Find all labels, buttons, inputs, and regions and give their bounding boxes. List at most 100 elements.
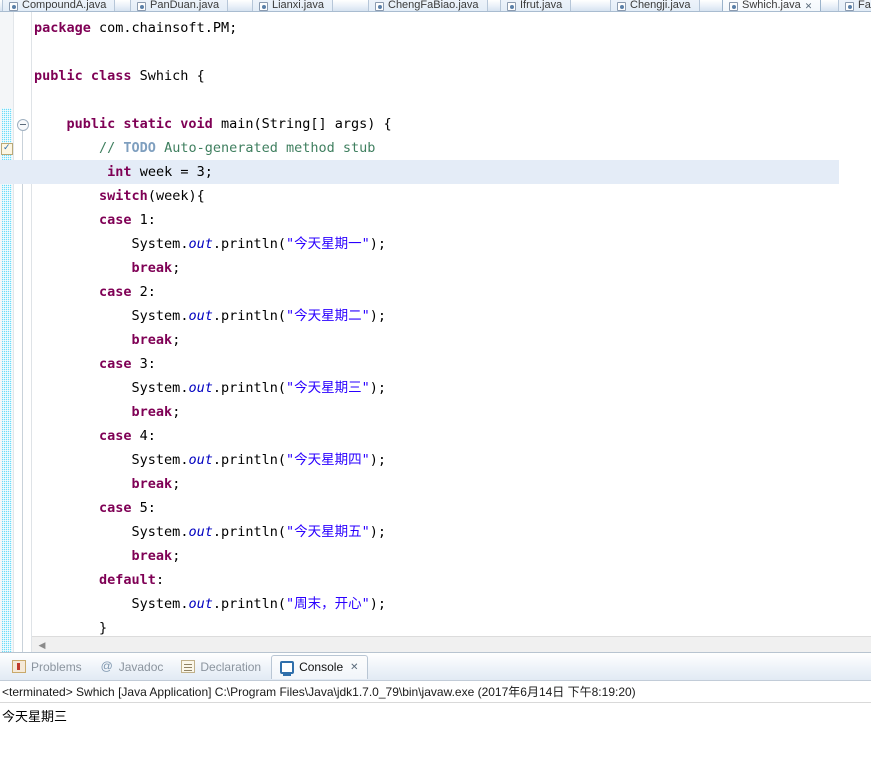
code-token-pln: } xyxy=(99,620,108,636)
code-line[interactable] xyxy=(32,40,871,64)
view-tab-declaration[interactable]: Declaration xyxy=(173,655,269,679)
view-tab-console[interactable]: Console ✕ xyxy=(271,654,368,679)
console-output-text: 今天星期三 xyxy=(2,710,68,725)
editor-folding-gutter[interactable] xyxy=(14,12,32,652)
code-token-pln: 3: xyxy=(139,356,156,372)
code-token-pln: com.chainsoft.PM; xyxy=(99,20,238,36)
code-line[interactable]: break; xyxy=(32,256,871,280)
problems-icon xyxy=(12,660,26,673)
code-token-pln: ); xyxy=(369,236,387,252)
code-fold-collapse-icon[interactable] xyxy=(17,119,29,131)
code-line[interactable]: break; xyxy=(32,328,871,352)
code-line[interactable]: public class Swhich { xyxy=(32,64,871,88)
editor-tab-bar[interactable]: CompoundA.java PanDuan.java Lianxi.java Che… xyxy=(0,0,871,12)
code-line[interactable] xyxy=(32,88,871,112)
code-token-kw: default xyxy=(99,572,156,588)
editor-tab-lianxi-java[interactable]: Lianxi.java xyxy=(252,0,333,11)
code-token-fld: out xyxy=(188,380,213,396)
editor-tab-panduan-java[interactable]: PanDuan.java xyxy=(130,0,229,11)
editor-change-bar xyxy=(0,12,14,652)
code-token-pln: .println( xyxy=(212,236,286,252)
close-icon[interactable]: ✕ xyxy=(805,1,813,11)
scroll-left-arrow-icon[interactable]: ◀ xyxy=(36,639,48,651)
code-token-kw: public static void xyxy=(66,116,221,132)
java-file-icon xyxy=(9,2,18,11)
code-line[interactable]: case 5: xyxy=(32,496,871,520)
editor-tab-swhich-java[interactable]: Swhich.java ✕ xyxy=(722,0,822,11)
code-token-pln: 2: xyxy=(139,284,156,300)
code-line[interactable]: System.out.println("周末，开心"); xyxy=(32,592,871,616)
editor-tab-label: ChengFaBiao.java xyxy=(388,0,479,11)
view-tab-javadoc[interactable]: @ Javadoc xyxy=(92,655,172,679)
code-line[interactable]: System.out.println("今天星期二"); xyxy=(32,304,871,328)
code-token-pln: System. xyxy=(131,308,189,324)
code-line[interactable]: case 1: xyxy=(32,208,871,232)
code-token-kw: break xyxy=(131,476,173,492)
code-line[interactable]: break; xyxy=(32,544,871,568)
editor-tab-chengfabiao-java[interactable]: ChengFaBiao.java xyxy=(368,0,488,11)
code-line[interactable]: default: xyxy=(32,568,871,592)
code-token-kw: switch xyxy=(99,188,148,204)
code-token-pln: 4: xyxy=(139,428,156,444)
code-editor[interactable]: package com.chainsoft.PM; public class S… xyxy=(0,12,871,652)
code-token-kw: case xyxy=(99,428,140,444)
editor-tab-label: Chengji.java xyxy=(630,0,691,11)
code-line[interactable]: package com.chainsoft.PM; xyxy=(32,16,871,40)
code-token-str: "今天星期五" xyxy=(286,524,370,540)
code-line[interactable]: case 2: xyxy=(32,280,871,304)
code-token-pln: System. xyxy=(131,236,189,252)
code-line-highlighted[interactable]: int week = 3; xyxy=(0,160,839,184)
editor-tab-compounda-java[interactable]: CompoundA.java xyxy=(2,0,116,11)
code-line[interactable]: // TODO Auto-generated method stub xyxy=(32,136,871,160)
code-line[interactable]: switch(week){ xyxy=(32,184,871,208)
code-line[interactable]: case 4: xyxy=(32,424,871,448)
code-content[interactable]: package com.chainsoft.PM; public class S… xyxy=(0,12,871,652)
declaration-icon xyxy=(181,660,196,673)
code-token-pln: ); xyxy=(369,308,387,324)
view-tab-bar[interactable]: Problems @ Javadoc Declaration Console ✕ xyxy=(0,653,871,681)
code-token-pln: System. xyxy=(131,452,189,468)
code-token-pln: ; xyxy=(172,548,181,564)
code-line[interactable]: case 3: xyxy=(32,352,871,376)
code-token-pln: .println( xyxy=(212,596,286,612)
code-line[interactable]: System.out.println("今天星期四"); xyxy=(32,448,871,472)
editor-tab-fa[interactable]: Fa xyxy=(838,0,871,11)
code-token-cmt-tag: TODO xyxy=(123,140,156,156)
code-token-kw: int xyxy=(107,164,140,180)
view-tab-problems[interactable]: Problems xyxy=(4,655,90,679)
close-icon[interactable]: ✕ xyxy=(350,662,358,673)
code-line[interactable]: System.out.println("今天星期五"); xyxy=(32,520,871,544)
code-token-pln: ; xyxy=(172,260,181,276)
editor-tab-chengji-java[interactable]: Chengji.java xyxy=(610,0,700,11)
code-token-cmt: Auto-generated method stub xyxy=(155,140,376,156)
console-icon xyxy=(280,660,295,674)
code-token-kw: public class xyxy=(34,68,140,84)
java-file-icon xyxy=(375,2,384,11)
console-launch-status: <terminated> Swhich [Java Application] C… xyxy=(0,681,871,703)
code-token-pln: ); xyxy=(369,380,387,396)
code-token-pln: 1: xyxy=(139,212,156,228)
code-line[interactable]: break; xyxy=(32,472,871,496)
code-token-pln: ; xyxy=(172,476,181,492)
editor-tab-ifrut-java[interactable]: Ifrut.java xyxy=(500,0,572,11)
todo-task-marker-icon[interactable] xyxy=(1,142,13,155)
code-token-pln: main(String[] args) { xyxy=(220,116,392,132)
code-token-str: "今天星期三" xyxy=(286,380,370,396)
code-line[interactable]: public static void main(String[] args) { xyxy=(32,112,871,136)
code-line[interactable]: System.out.println("今天星期一"); xyxy=(32,232,871,256)
view-tab-label: Javadoc xyxy=(118,659,164,674)
code-line[interactable]: break; xyxy=(32,400,871,424)
code-line[interactable]: System.out.println("今天星期三"); xyxy=(32,376,871,400)
code-token-pln xyxy=(99,164,107,180)
editor-horizontal-scrollbar[interactable]: ◀ xyxy=(32,636,871,652)
code-token-pln: : xyxy=(155,572,165,588)
code-token-pln: ; xyxy=(172,332,181,348)
